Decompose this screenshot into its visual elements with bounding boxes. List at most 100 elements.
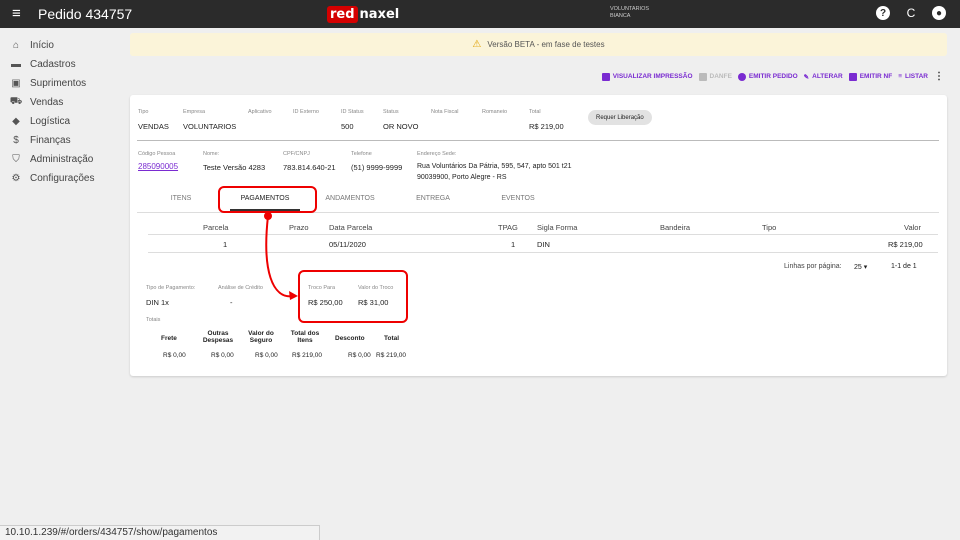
- empresa-label: Empresa: [183, 109, 206, 115]
- pencil-icon: ✎: [803, 73, 810, 81]
- sidebar-item-financas[interactable]: $ Finanças: [0, 131, 125, 150]
- emitir-nf-label: EMITIR NF: [859, 73, 893, 80]
- warning-icon: ⚠: [472, 39, 482, 50]
- divider: [137, 140, 939, 141]
- tab-eventos[interactable]: EVENTOS: [483, 195, 553, 202]
- shield-icon: ⛉: [12, 154, 20, 165]
- print-preview-icon: [601, 72, 610, 81]
- cpf-value: 783.814.640-21: [283, 163, 336, 172]
- id-externo-label: ID Externo: [293, 109, 319, 115]
- user-name: BIANCA: [610, 13, 631, 19]
- nome-value: Teste Versão 4283: [203, 163, 266, 172]
- sidebar-item-cadastros[interactable]: ▬ Cadastros: [0, 55, 125, 74]
- visualizar-label: VISUALIZAR IMPRESSÃO: [612, 73, 693, 80]
- col-valor: Valor: [904, 223, 921, 232]
- col-parcela: Parcela: [203, 223, 229, 232]
- romaneio-label: Romaneio: [482, 109, 508, 115]
- tab-entrega[interactable]: ENTREGA: [398, 195, 468, 202]
- bank-icon: [848, 72, 857, 81]
- more-icon[interactable]: ⋮: [934, 71, 944, 82]
- visualizar-impressao-button[interactable]: VISUALIZAR IMPRESSÃO: [601, 72, 693, 81]
- col-bandeira: Bandeira: [660, 223, 691, 232]
- sidebar: ⌂ Início ▬ Cadastros ▣ Suprimentos ⛟ Vendas …: [0, 36, 125, 188]
- tab-itens[interactable]: ITENS: [146, 195, 216, 202]
- sidebar-item-logistica[interactable]: ◆ Logística: [0, 112, 125, 131]
- listar-button[interactable]: ≡ LISTAR: [898, 73, 928, 80]
- id-status-label: ID Status: [341, 109, 364, 115]
- col-data-parcela: Data Parcela: [329, 223, 373, 232]
- total-label: Total: [529, 109, 541, 115]
- tipo-pagamento-value: DIN 1x: [146, 298, 169, 307]
- beta-banner: ⚠ Versão BETA - em fase de testes: [130, 33, 947, 56]
- cell-sigla: DIN: [537, 240, 550, 249]
- status-value: OR NOVO: [383, 122, 419, 131]
- codigo-pessoa-link[interactable]: 285090005: [138, 162, 178, 171]
- menu-icon[interactable]: ≡: [12, 6, 21, 22]
- alterar-label: ALTERAR: [812, 73, 843, 80]
- col-tipo: Tipo: [762, 223, 777, 232]
- total-value-sum: R$ 219,00: [376, 352, 406, 359]
- cell-tpag: 1: [511, 240, 516, 249]
- col-prazo: Prazo: [289, 223, 309, 232]
- list-icon: ≡: [898, 73, 902, 80]
- totais-label: Totais: [146, 317, 161, 323]
- seguro-line2: Seguro: [249, 337, 273, 344]
- alterar-button[interactable]: ✎ ALTERAR: [804, 73, 843, 81]
- tab-andamentos[interactable]: ANDAMENTOS: [315, 195, 385, 202]
- sidebar-item-administracao[interactable]: ⛉ Administração: [0, 150, 125, 169]
- sidebar-item-suprimentos[interactable]: ▣ Suprimentos: [0, 74, 125, 93]
- danfe-button[interactable]: DANFE: [698, 72, 732, 81]
- cell-parcela: 1: [223, 240, 228, 249]
- sidebar-item-label: Cadastros: [30, 59, 76, 70]
- seguro-value: R$ 0,00: [255, 352, 278, 359]
- listar-label: LISTAR: [905, 73, 928, 80]
- outras-line2: Despesas: [202, 337, 234, 344]
- row-divider: [148, 252, 938, 253]
- desconto-value: R$ 0,00: [348, 352, 371, 359]
- tipo-pagamento-label: Tipo de Pagamento:: [146, 285, 196, 291]
- rows-per-page-value: 25: [854, 264, 862, 271]
- page-title: Pedido 434757: [38, 6, 133, 22]
- user-company: VOLUNTARIOS: [610, 6, 650, 12]
- total-header: Total: [384, 335, 400, 342]
- folder-icon: ▬: [11, 59, 21, 70]
- highlight-tab-box: [218, 186, 317, 213]
- total-value: R$ 219,00: [529, 122, 564, 131]
- refresh-icon[interactable]: C: [904, 6, 918, 20]
- endereco-label: Endereço Sede:: [417, 151, 457, 157]
- highlight-troco-box: [298, 270, 408, 323]
- requer-liberacao-button[interactable]: Requer Liberação: [588, 110, 652, 125]
- gear-icon: ⚙: [11, 173, 21, 184]
- check-circle-icon: [737, 72, 746, 81]
- outras-value: R$ 0,00: [211, 352, 234, 359]
- endereco-line2: 90039900, Porto Alegre - RS: [417, 174, 507, 181]
- sidebar-item-configuracoes[interactable]: ⚙ Configurações: [0, 169, 125, 188]
- telefone-value: (51) 9999-9999: [351, 163, 403, 172]
- col-sigla-forma: Sigla Forma: [537, 223, 578, 232]
- sidebar-item-vendas[interactable]: ⛟ Vendas: [0, 93, 125, 112]
- rows-per-page-select[interactable]: 25 ▾: [854, 263, 867, 271]
- frete-header: Frete: [161, 335, 177, 342]
- sidebar-item-inicio[interactable]: ⌂ Início: [0, 36, 125, 55]
- sidebar-item-label: Configurações: [30, 173, 95, 184]
- sidebar-item-label: Início: [30, 40, 54, 51]
- status-url: 10.10.1.239/#/orders/434757/show/pagamen…: [0, 525, 320, 540]
- itens-line2: Itens: [297, 337, 313, 344]
- dollar-icon: $: [13, 135, 19, 146]
- action-bar: VISUALIZAR IMPRESSÃO DANFE EMITIR PEDIDO…: [601, 71, 944, 82]
- desconto-header: Desconto: [335, 335, 365, 342]
- diamond-icon: ◆: [12, 116, 20, 127]
- codigo-pessoa-label: Código Pessoa: [138, 151, 176, 157]
- emitir-nf-button[interactable]: EMITIR NF: [848, 72, 893, 81]
- account-icon[interactable]: ●: [932, 6, 946, 20]
- tipo-label: Tipo: [138, 109, 149, 115]
- total-itens-header: Total dos Itens: [285, 330, 325, 344]
- danfe-label: DANFE: [709, 73, 732, 80]
- cpf-label: CPF/CNPJ: [283, 151, 310, 157]
- sidebar-item-label: Vendas: [30, 97, 64, 108]
- emitir-pedido-button[interactable]: EMITIR PEDIDO: [737, 72, 798, 81]
- help-icon[interactable]: ?: [876, 6, 890, 20]
- cart-icon: ⛟: [9, 96, 23, 107]
- seguro-line1: Valor do: [248, 330, 274, 337]
- frete-value: R$ 0,00: [163, 352, 186, 359]
